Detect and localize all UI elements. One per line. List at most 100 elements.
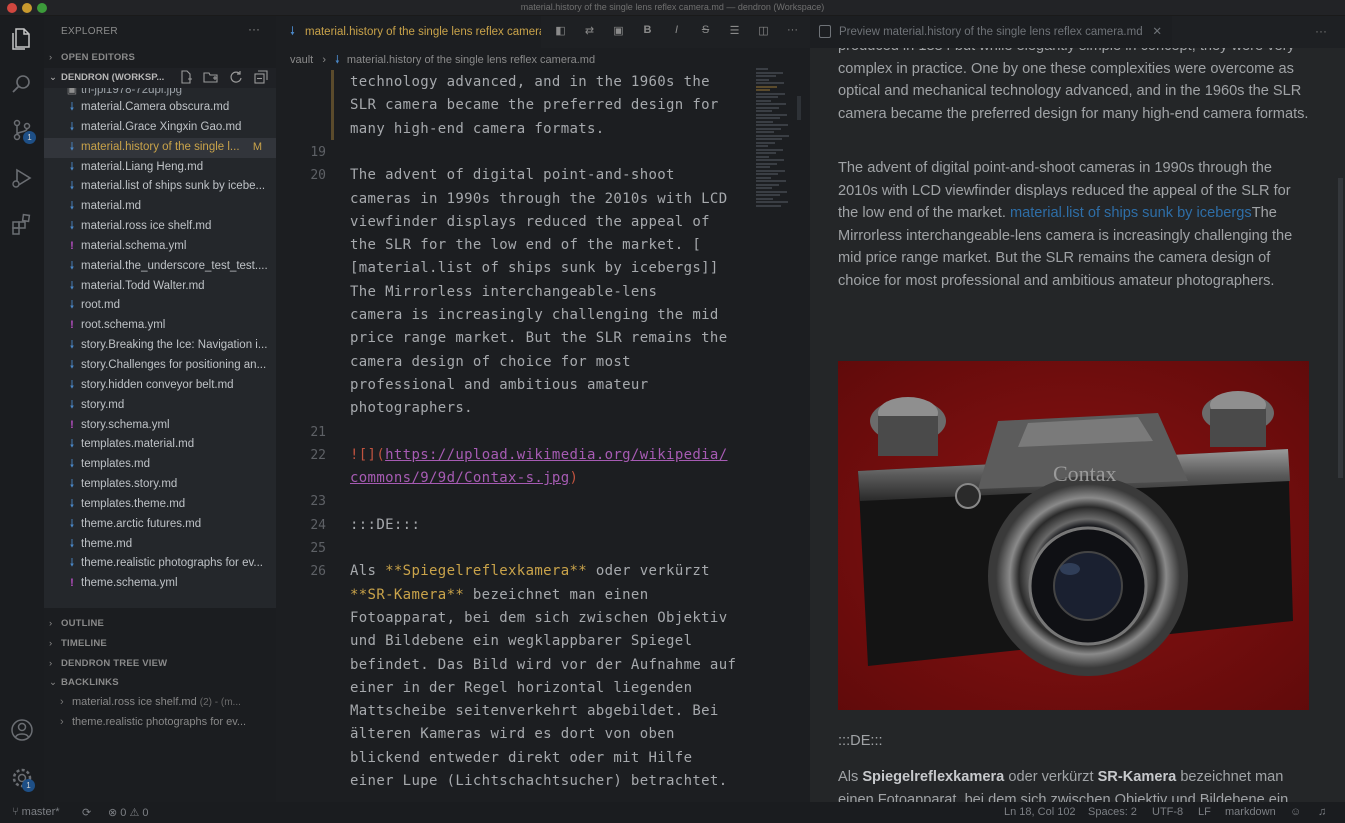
split-editor-icon[interactable]: ◫ <box>749 24 778 40</box>
file-tree-item[interactable]: 🠗 templates.theme.md <box>44 495 276 515</box>
file-tree-item[interactable]: ! material.schema.yml <box>44 237 276 257</box>
file-tree-item[interactable]: 🠗 templates.md <box>44 455 276 475</box>
file-tree-item[interactable]: 🠗 story.md <box>44 396 276 416</box>
problems-status[interactable]: ⊗ 0 ⚠ 0 <box>108 806 149 819</box>
file-tree-item[interactable]: 🠗 material.history of the single l... M <box>44 137 276 158</box>
file-tree-item[interactable]: 🠗 theme.realistic photographs for ev... <box>44 554 276 574</box>
preview-more-actions[interactable]: ··· <box>1315 24 1327 38</box>
chevron-down-icon: ⌄ <box>49 72 57 83</box>
file-tree-item[interactable]: 🠗 root.md <box>44 296 276 316</box>
bold-icon[interactable]: B <box>633 24 662 40</box>
file-tree-item[interactable]: 🠗 story.Breaking the Ice: Navigation i... <box>44 336 276 356</box>
file-tree-item[interactable]: 🠗 material.Todd Walter.md <box>44 277 276 297</box>
file-tree-item[interactable]: 🠗 story.hidden conveyor belt.md <box>44 376 276 396</box>
file-tree-item[interactable]: 🠗 material.Liang Heng.md <box>44 158 276 178</box>
list-icon[interactable]: ☰ <box>720 24 749 40</box>
preview-tab[interactable]: Preview material.history of the single l… <box>810 16 1172 48</box>
file-tree-item[interactable]: 🠗 material.Grace Xingxin Gao.md <box>44 118 276 138</box>
file-tree-item[interactable]: 🠗 templates.story.md <box>44 475 276 495</box>
cursor-position[interactable]: Ln 18, Col 102 <box>1004 806 1076 818</box>
breadcrumb-file[interactable]: material.history of the single lens refl… <box>347 54 595 66</box>
feedback-icon[interactable]: ☺ <box>1290 806 1301 818</box>
minimap-line <box>756 204 781 207</box>
chevron-right-icon: › <box>60 716 64 728</box>
code-line: [material.list of ships sunk by icebergs… <box>350 260 719 277</box>
extensions-icon[interactable] <box>10 212 34 236</box>
close-icon[interactable]: ✕ <box>1152 16 1162 48</box>
sidebar-more-actions[interactable]: ··· <box>248 22 260 36</box>
strikethrough-icon[interactable]: S <box>691 24 720 40</box>
chevron-right-icon: › <box>60 696 64 708</box>
run-debug-icon[interactable] <box>10 166 34 190</box>
file-tree: ▣ tn-jpl1978-72dpi.jpg 🠗 material.Camera ob… <box>44 88 276 608</box>
editor-scrollbar[interactable] <box>797 96 801 120</box>
file-tree-item[interactable]: ! story.schema.yml <box>44 416 276 436</box>
italic-icon[interactable]: I <box>662 24 691 40</box>
file-tree-item[interactable]: ▣ tn-jpl1978-72dpi.jpg <box>44 88 276 98</box>
code-line: Als **Spiegelreflexkamera** oder verkürz… <box>350 563 710 580</box>
git-compare-icon[interactable]: ⇄ <box>575 24 604 40</box>
markdown-file-icon: 🠗 <box>69 398 75 411</box>
explorer-icon[interactable] <box>10 26 34 50</box>
backlinks-section[interactable]: ⌄ BACKLINKS <box>49 677 119 688</box>
file-tree-item[interactable]: 🠗 story.Challenges for positioning an... <box>44 356 276 376</box>
encoding-status[interactable]: UTF-8 <box>1152 806 1183 818</box>
file-tree-item[interactable]: 🠗 theme.arctic futures.md <box>44 515 276 535</box>
indentation-status[interactable]: Spaces: 2 <box>1088 806 1137 818</box>
file-tree-item[interactable]: 🠗 material.the_underscore_test_test.... <box>44 257 276 277</box>
timeline-section[interactable]: › TIMELINE <box>49 638 107 649</box>
backlink-item[interactable]: › theme.realistic photographs for ev... <box>44 712 276 732</box>
new-file-icon[interactable] <box>177 70 195 86</box>
wiki-link[interactable]: material.list of ships sunk by icebergs <box>1010 205 1252 221</box>
editor-tab-active[interactable]: 🠗 material.history of the single lens re… <box>276 16 541 48</box>
markdown-file-icon: 🠗 <box>69 517 75 530</box>
file-name: templates.material.md <box>81 438 195 451</box>
minimap-line <box>756 162 777 165</box>
preview-scrollbar[interactable] <box>1338 178 1343 478</box>
split-preview-icon[interactable]: ▣ <box>604 24 633 40</box>
notifications-bell-icon[interactable]: ♫ <box>1318 806 1326 818</box>
code-line: The Mirrorless interchangeable-lens <box>350 283 658 300</box>
file-tree-item[interactable]: ! theme.schema.yml <box>44 574 276 594</box>
file-tree-item[interactable]: 🠗 material.list of ships sunk by icebe... <box>44 177 276 197</box>
refresh-icon[interactable] <box>227 70 245 86</box>
settings-gear-icon[interactable]: 1 <box>10 766 35 792</box>
minimap-line <box>756 173 778 175</box>
open-editors-section[interactable]: › OPEN EDITORS <box>49 52 135 63</box>
dendron-tree-view-section[interactable]: › DENDRON TREE VIEW <box>49 658 167 669</box>
code-line: technology advanced, and in the 1960s th… <box>350 74 710 90</box>
source-control-icon[interactable]: 1 <box>10 118 36 144</box>
workspace-section-header[interactable]: ⌄ DENDRON (WORKSP... <box>44 68 276 88</box>
code-line: viewfinder displays reduced the appeal o… <box>350 213 710 230</box>
file-tree-item[interactable]: 🠗 material.ross ice shelf.md <box>44 217 276 237</box>
new-folder-icon[interactable] <box>202 70 220 86</box>
minimap-line <box>756 190 787 193</box>
breadcrumb-root[interactable]: vault <box>290 54 313 66</box>
language-mode[interactable]: markdown <box>1225 806 1276 818</box>
git-branch-status[interactable]: ⑂ master* <box>12 806 60 818</box>
outline-section[interactable]: › OUTLINE <box>49 618 104 629</box>
file-tree-item[interactable]: 🠗 theme.md <box>44 535 276 555</box>
backlink-item[interactable]: › material.ross ice shelf.md (2) - (m... <box>44 692 276 712</box>
file-tree-item[interactable]: 🠗 templates.material.md <box>44 435 276 455</box>
file-tree-item[interactable]: 🠗 material.Camera obscura.md <box>44 98 276 118</box>
yaml-file-icon: ! <box>70 239 74 252</box>
more-actions-icon[interactable]: ··· <box>778 24 807 40</box>
minimap-line <box>756 82 784 84</box>
open-preview-icon[interactable]: ◧ <box>546 24 575 40</box>
eol-status[interactable]: LF <box>1198 806 1211 818</box>
sync-icon[interactable]: ⟳ <box>82 806 91 819</box>
code-area[interactable]: technology advanced, and in the 1960s th… <box>276 70 754 802</box>
account-icon[interactable] <box>10 718 34 742</box>
minimap[interactable] <box>756 68 792 213</box>
code-line: Fotoapparat, bei dem sich zwischen Objek… <box>350 609 728 626</box>
line-number: 26 <box>310 564 326 580</box>
minimap-line <box>756 169 785 172</box>
minimap-line <box>756 85 777 88</box>
file-tree-item[interactable]: 🠗 material.md <box>44 197 276 217</box>
search-icon[interactable] <box>10 72 34 96</box>
collapse-all-icon[interactable] <box>252 70 270 86</box>
file-tree-item[interactable]: ! root.schema.yml <box>44 316 276 336</box>
line-number: 23 <box>310 494 326 510</box>
code-line: ![](https://upload.wikimedia.org/wikiped… <box>350 446 728 463</box>
